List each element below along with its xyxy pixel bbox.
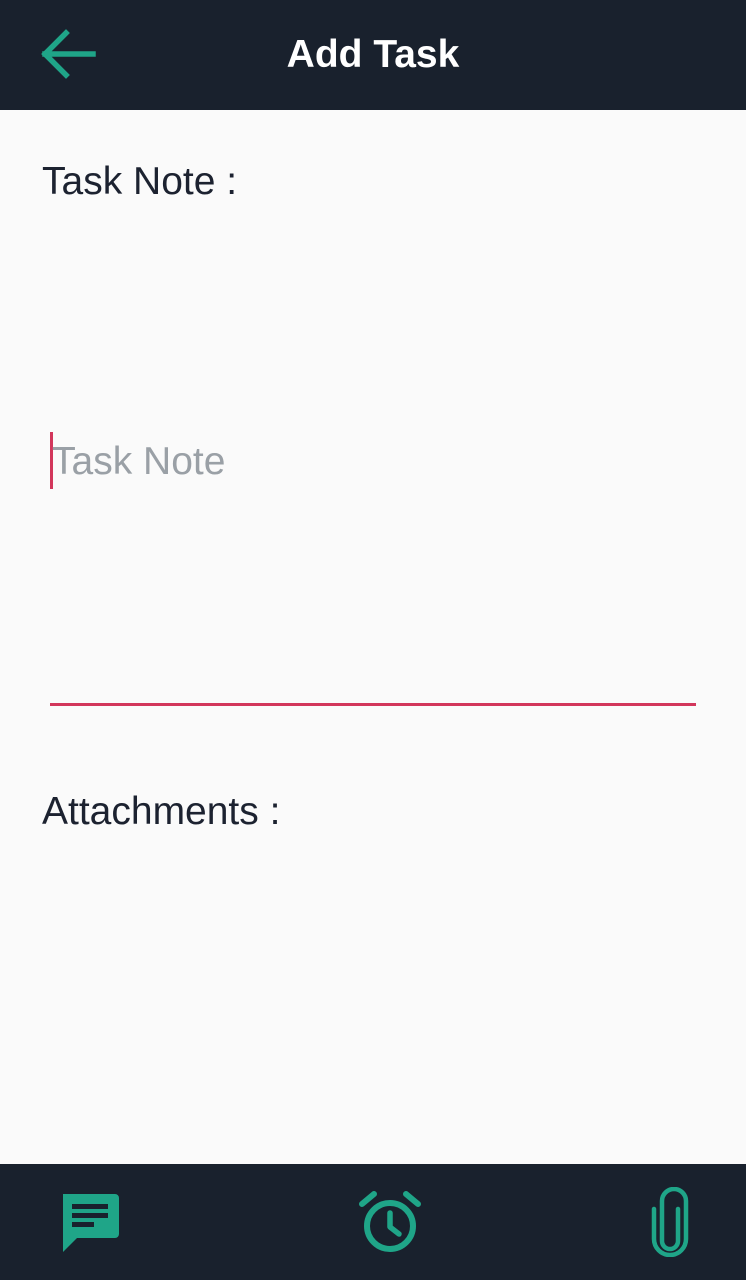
task-note-underline: [50, 703, 696, 706]
app-bar: Add Task: [0, 0, 746, 110]
note-icon: [63, 1194, 119, 1252]
add-attachment-button[interactable]: [630, 1182, 710, 1262]
task-note-label: Task Note :: [42, 160, 238, 203]
attachment-icon: [651, 1187, 689, 1257]
attachments-label: Attachments :: [42, 790, 281, 833]
add-note-button[interactable]: [50, 1182, 130, 1262]
bottom-toolbar: [0, 1164, 746, 1280]
task-note-field[interactable]: [50, 420, 696, 706]
arrow-back-icon: [41, 29, 96, 79]
page-title: Add Task: [286, 33, 460, 76]
back-button[interactable]: [30, 18, 108, 90]
alarm-icon: [359, 1191, 421, 1252]
task-note-input[interactable]: [52, 434, 692, 490]
set-reminder-button[interactable]: [350, 1182, 430, 1262]
add-task-screen: Add Task Task Note : Attachments :: [0, 0, 746, 1280]
